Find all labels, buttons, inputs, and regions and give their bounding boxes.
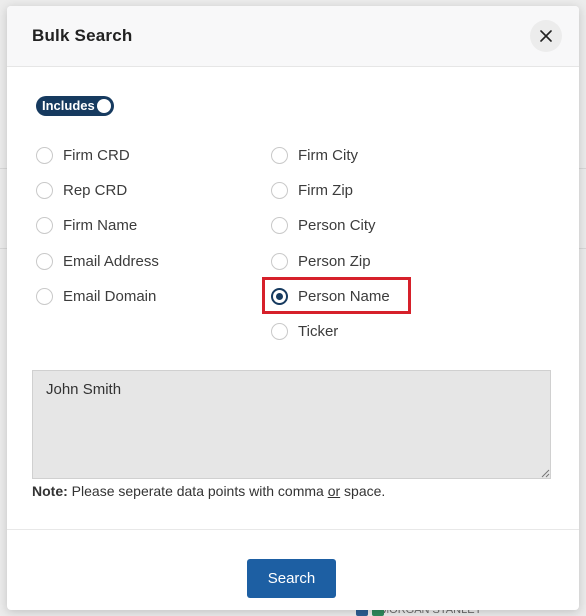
radio-label: Rep CRD [63, 182, 128, 199]
radio-email-domain[interactable]: Email Domain [36, 288, 156, 305]
modal-title: Bulk Search [32, 26, 133, 45]
radio-button[interactable] [271, 182, 288, 199]
radio-button[interactable] [36, 147, 53, 164]
radio-label: Person Name [298, 288, 390, 305]
toggle-knob [97, 99, 111, 113]
radio-person-city[interactable]: Person City [271, 217, 376, 234]
radio-label: Firm Zip [298, 182, 353, 199]
resize-grip-icon[interactable] [540, 468, 550, 478]
bulk-search-textarea[interactable]: John Smith [32, 370, 551, 479]
note-body-1: Please seperate data points with comma [67, 483, 328, 499]
search-button[interactable]: Search [247, 559, 336, 598]
close-button[interactable] [530, 20, 562, 52]
radio-button[interactable] [36, 288, 53, 305]
radio-label: Email Address [63, 253, 159, 270]
radio-label: Person City [298, 217, 376, 234]
radio-button[interactable] [271, 217, 288, 234]
radio-rep-crd[interactable]: Rep CRD [36, 182, 127, 199]
note-prefix: Note: [32, 483, 68, 499]
close-icon [540, 30, 552, 42]
radio-firm-city[interactable]: Firm City [271, 147, 358, 164]
note-text: Note: Please seperate data points with c… [32, 483, 385, 499]
radio-button[interactable] [36, 253, 53, 270]
radio-firm-crd[interactable]: Firm CRD [36, 147, 130, 164]
bulk-search-modal: Bulk Search Includes Firm CRD Rep CRD Fi… [7, 6, 579, 610]
radio-email-address[interactable]: Email Address [36, 253, 159, 270]
radio-button[interactable] [271, 323, 288, 340]
radio-person-name[interactable]: Person Name [271, 288, 390, 305]
radio-label: Email Domain [63, 288, 157, 305]
radio-firm-name[interactable]: Firm Name [36, 217, 137, 234]
radio-button[interactable] [271, 253, 288, 270]
modal-body: Includes Firm CRD Rep CRD Firm Name Emai… [7, 67, 579, 529]
radio-button-selected[interactable] [271, 288, 288, 305]
note-or: or [327, 483, 341, 499]
toggle-label: Includes [42, 98, 95, 113]
modal-header: Bulk Search [7, 6, 579, 67]
bg-divider [579, 168, 586, 169]
modal-footer: Search [7, 529, 579, 610]
radio-button[interactable] [36, 182, 53, 199]
note-body-2: space. [340, 483, 386, 499]
radio-label: Ticker [298, 323, 339, 340]
bg-divider [0, 248, 7, 249]
radio-label: Firm City [298, 147, 358, 164]
radio-label: Person Zip [298, 253, 371, 270]
radio-button[interactable] [36, 217, 53, 234]
includes-toggle[interactable]: Includes [36, 96, 114, 116]
radio-button[interactable] [271, 147, 288, 164]
radio-label: Firm CRD [63, 147, 130, 164]
bg-divider [579, 248, 586, 249]
radio-ticker[interactable]: Ticker [271, 323, 338, 340]
radio-label: Firm Name [63, 217, 138, 234]
radio-person-zip[interactable]: Person Zip [271, 253, 371, 270]
radio-firm-zip[interactable]: Firm Zip [271, 182, 353, 199]
bg-divider [0, 168, 7, 169]
